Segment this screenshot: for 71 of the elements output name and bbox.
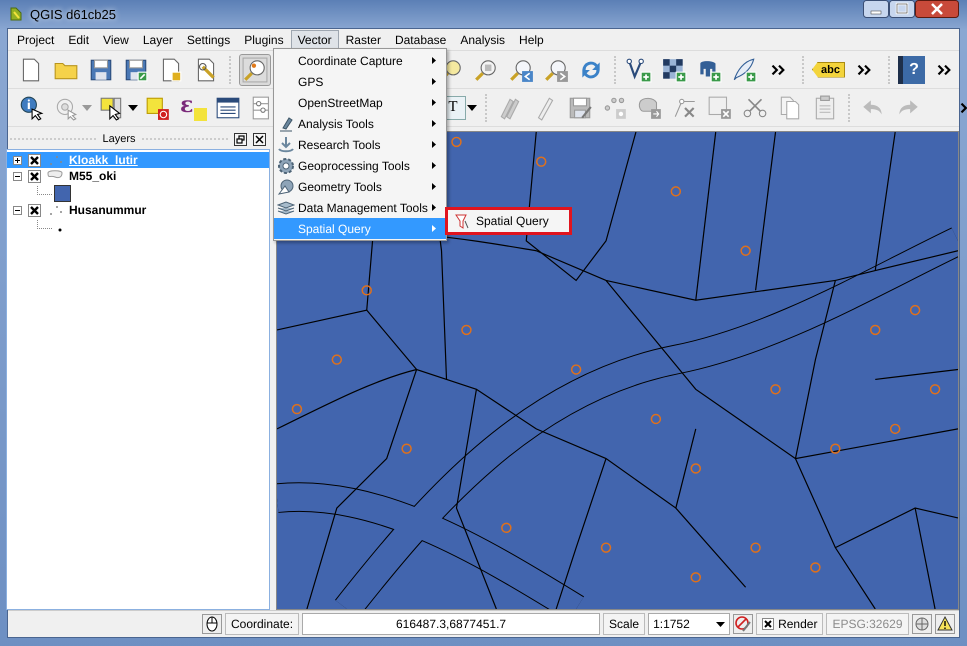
- window-title: QGIS d61cb25: [30, 6, 116, 22]
- download-arrow-icon: [277, 136, 295, 154]
- panel-title: Layers: [102, 133, 136, 145]
- layer-name[interactable]: Husanummur: [69, 203, 146, 217]
- gear-icon: [277, 156, 295, 174]
- coordinate-field[interactable]: 616487.3,6877451.7: [302, 613, 600, 635]
- checkbox-icon: [762, 618, 774, 630]
- menu-item[interactable]: Analysis: [453, 30, 512, 50]
- visibility-checkbox[interactable]: [28, 204, 41, 216]
- submenu-arrow-icon: [432, 78, 436, 85]
- float-panel-icon[interactable]: [234, 132, 247, 146]
- menu-item[interactable]: Geometry Tools: [274, 176, 446, 197]
- warning-icon[interactable]: [934, 614, 954, 634]
- expander-icon[interactable]: [13, 172, 22, 180]
- submenu-arrow-icon: [432, 162, 436, 169]
- globe-icon[interactable]: [912, 614, 932, 634]
- submenu-arrow-icon: [432, 204, 436, 211]
- menu-item[interactable]: Database: [388, 30, 454, 50]
- spatial-query-icon: [454, 213, 470, 229]
- microscope-icon: [277, 114, 295, 132]
- menu-item[interactable]: Raster: [338, 30, 388, 50]
- layers-icon: [277, 198, 295, 216]
- help-button[interactable]: ?: [898, 56, 925, 84]
- maximize-icon[interactable]: [889, 0, 915, 18]
- submenu-arrow-icon: [432, 183, 436, 190]
- submenu-arrow-icon: [432, 57, 436, 64]
- app-logo-icon: [8, 6, 24, 22]
- layer-row[interactable]: M55_oki: [7, 168, 269, 184]
- visibility-checkbox[interactable]: [28, 154, 41, 166]
- point-layer-icon: [47, 153, 63, 167]
- menu-item[interactable]: Plugins: [237, 30, 291, 50]
- menu-item[interactable]: Spatial Query: [448, 210, 569, 232]
- render-checkbox[interactable]: Render: [756, 613, 824, 635]
- point-layer-icon: [47, 203, 63, 217]
- expander-icon[interactable]: [13, 206, 22, 214]
- submenu-arrow-icon: [432, 225, 436, 232]
- submenu-arrow-icon: [432, 99, 436, 106]
- label-tool-button[interactable]: abc: [812, 62, 845, 78]
- menu-item[interactable]: Help: [512, 30, 551, 50]
- menu-item[interactable]: Coordinate Capture: [274, 50, 446, 71]
- menu-item[interactable]: Research Tools: [274, 134, 446, 155]
- map-drawing[interactable]: [277, 132, 958, 609]
- stop-render-icon[interactable]: [733, 614, 754, 634]
- visibility-checkbox[interactable]: [28, 170, 41, 182]
- menu-item[interactable]: Project: [10, 30, 62, 50]
- caret-icon[interactable]: [467, 104, 477, 110]
- coordinate-label: Coordinate:: [225, 613, 300, 635]
- menu-item[interactable]: Geoprocessing Tools: [274, 155, 446, 176]
- submenu-arrow-icon: [432, 120, 436, 127]
- submenu-arrow-icon: [432, 141, 436, 148]
- menu-item[interactable]: Vector: [290, 30, 339, 50]
- point-symbol: [58, 228, 62, 232]
- polygon-symbol: [54, 184, 71, 202]
- menu-item[interactable]: Data Management Tools: [274, 197, 446, 218]
- caret-icon: [716, 622, 726, 626]
- minimize-icon[interactable]: [863, 0, 889, 18]
- pan-map-icon[interactable]: [239, 54, 271, 86]
- scale-label: Scale: [603, 613, 646, 635]
- menu-item[interactable]: Settings: [180, 30, 238, 50]
- scale-dropdown[interactable]: 1:1752: [648, 613, 730, 635]
- layer-row[interactable]: Husanummur: [7, 202, 269, 218]
- menu-item[interactable]: GPS: [274, 71, 446, 92]
- close-icon[interactable]: [253, 132, 266, 146]
- menu-item[interactable]: Layer: [136, 30, 180, 50]
- mouse-icon[interactable]: [202, 614, 222, 634]
- expander-icon[interactable]: [13, 156, 22, 164]
- caret-icon[interactable]: [128, 104, 138, 110]
- close-icon[interactable]: [915, 0, 959, 18]
- menu-item[interactable]: Edit: [61, 30, 96, 50]
- menu-item[interactable]: View: [96, 30, 136, 50]
- layer-name[interactable]: M55_oki: [69, 169, 116, 183]
